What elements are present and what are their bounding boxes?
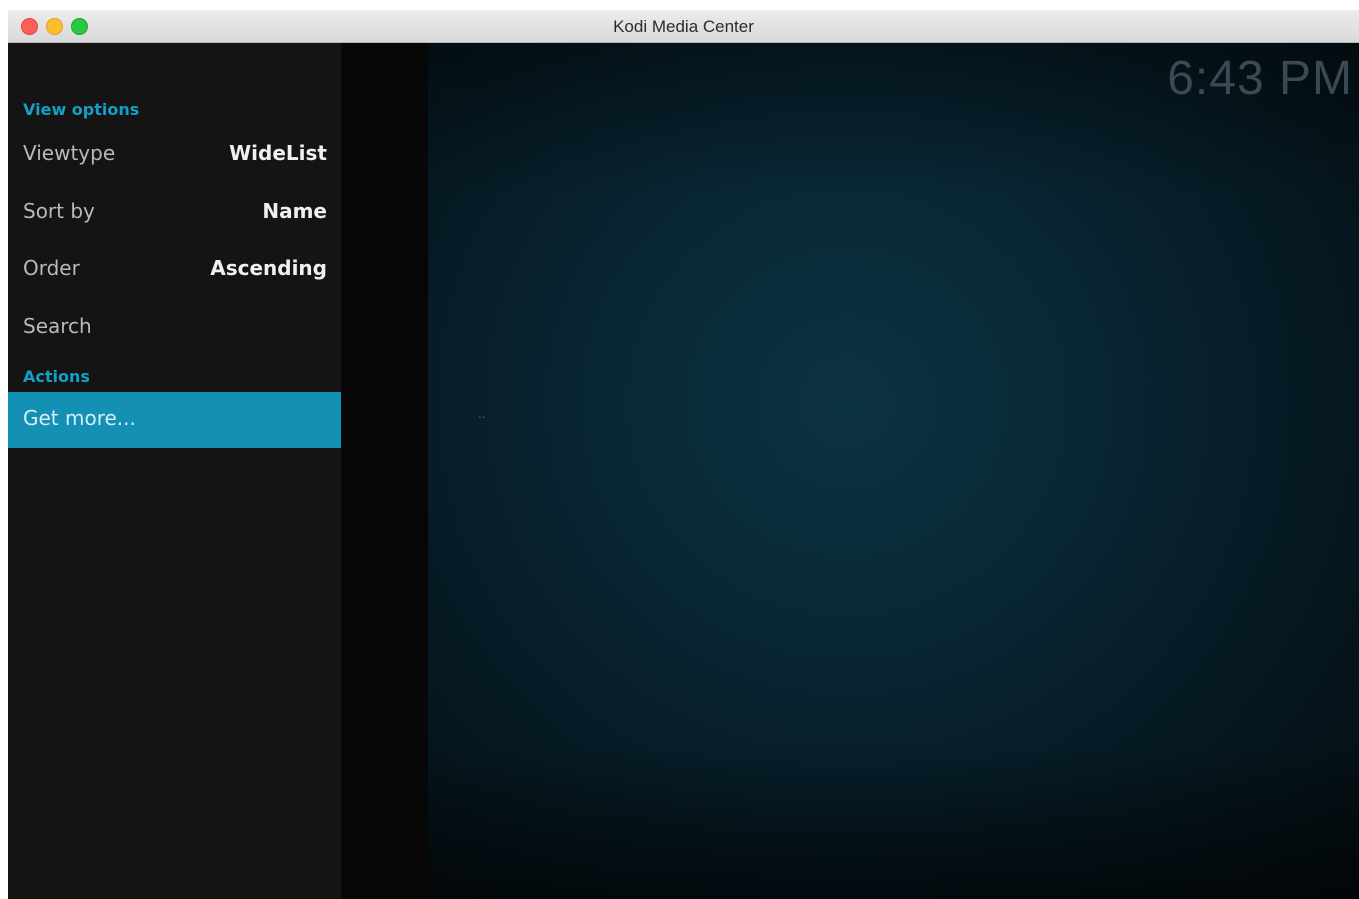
actions-header: Actions <box>23 367 90 386</box>
sort-by-option[interactable]: Sort by Name <box>8 185 341 241</box>
kodi-window: Kodi Media Center View options Viewtype … <box>8 10 1359 899</box>
search-option[interactable]: Search <box>8 300 341 356</box>
view-options-header: View options <box>23 100 140 119</box>
viewtype-label: Viewtype <box>23 141 116 165</box>
clock: 6:43 PM <box>1167 52 1353 105</box>
order-value: Ascending <box>210 256 327 280</box>
search-label: Search <box>23 314 92 338</box>
viewtype-value: WideList <box>229 141 327 165</box>
order-option[interactable]: Order Ascending <box>8 242 341 298</box>
window-title: Kodi Media Center <box>613 17 754 36</box>
options-sidebar: View options Viewtype WideList Sort by N… <box>8 43 341 899</box>
background-vignette <box>428 43 1359 899</box>
order-label: Order <box>23 256 80 280</box>
viewtype-option[interactable]: Viewtype WideList <box>8 127 341 183</box>
media-content-area: 6:43 PM .. <box>341 43 1359 899</box>
title-bar[interactable]: Kodi Media Center <box>8 10 1359 43</box>
get-more-option[interactable]: Get more... <box>8 392 341 448</box>
sort-by-value: Name <box>262 199 327 223</box>
get-more-label: Get more... <box>23 406 136 430</box>
sort-by-label: Sort by <box>23 199 95 223</box>
parent-folder-item[interactable]: .. <box>478 407 486 421</box>
